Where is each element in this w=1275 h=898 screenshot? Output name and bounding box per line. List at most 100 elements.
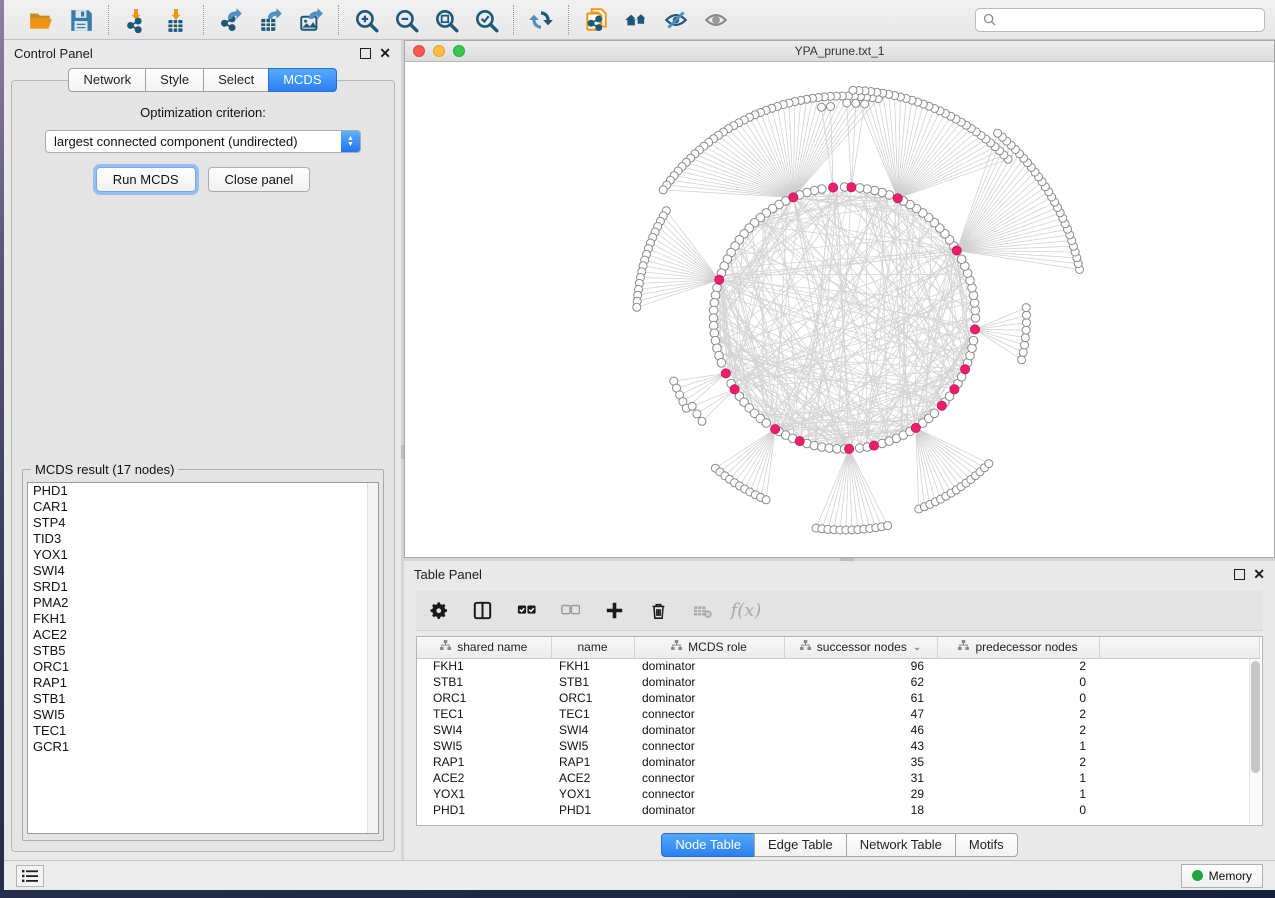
cell-successor-nodes: 61 [784, 690, 937, 706]
mcds-result-item[interactable]: ORC1 [28, 659, 378, 675]
cell-MCDS-role: dominator [634, 674, 784, 690]
export-image-icon[interactable] [294, 4, 328, 36]
task-history-button[interactable] [16, 865, 44, 887]
network-canvas[interactable] [405, 62, 1274, 557]
network-home-icon[interactable] [619, 4, 653, 36]
column-header-MCDS-role[interactable]: MCDS role [634, 637, 784, 658]
table-settings-gear-icon[interactable] [426, 599, 450, 623]
column-header-name[interactable]: name [551, 637, 634, 658]
close-window-icon[interactable] [413, 45, 425, 57]
open-icon[interactable] [24, 4, 58, 36]
refresh-layout-icon[interactable] [524, 4, 558, 36]
mcds-result-item[interactable]: PMA2 [28, 595, 378, 611]
mcds-result-item[interactable]: STB5 [28, 643, 378, 659]
create-column-icon[interactable] [602, 599, 626, 623]
tab-style[interactable]: Style [145, 68, 204, 92]
tab-network[interactable]: Network [68, 68, 146, 92]
column-header-successor-nodes[interactable]: successor nodes⌄ [784, 637, 937, 658]
memory-button[interactable]: Memory [1181, 864, 1263, 888]
select-all-rows-icon[interactable] [514, 599, 538, 623]
network-graph[interactable] [405, 62, 1274, 557]
mcds-result-item[interactable]: STP4 [28, 515, 378, 531]
import-table-icon[interactable] [159, 4, 193, 36]
run-mcds-button[interactable]: Run MCDS [96, 167, 196, 192]
show-graphics-details-icon[interactable] [699, 4, 733, 36]
zoom-out-icon[interactable] [389, 4, 423, 36]
tab-motifs[interactable]: Motifs [955, 833, 1018, 857]
zoom-fit-icon[interactable] [429, 4, 463, 36]
float-panel-icon[interactable] [360, 48, 371, 59]
table-row[interactable]: ORC1ORC1dominator610 [417, 690, 1259, 706]
mcds-result-item[interactable]: STB1 [28, 691, 378, 707]
mcds-result-item[interactable]: PHD1 [28, 483, 378, 499]
horizontal-splitter-handle[interactable] [840, 558, 854, 561]
export-network-icon[interactable] [214, 4, 248, 36]
mcds-result-item[interactable]: SWI4 [28, 563, 378, 579]
show-columns-icon[interactable] [470, 599, 494, 623]
table-row[interactable]: STB1STB1dominator620 [417, 674, 1259, 690]
hide-graphics-details-icon[interactable] [659, 4, 693, 36]
tab-select[interactable]: Select [203, 68, 269, 92]
memory-label: Memory [1209, 869, 1252, 883]
clone-network-icon[interactable] [579, 4, 613, 36]
search-input[interactable] [1001, 13, 1257, 27]
mcds-result-item[interactable]: TEC1 [28, 723, 378, 739]
app-window: Control Panel ✕ NetworkStyleSelectMCDS O… [4, 0, 1275, 890]
cell-name: RAP1 [551, 754, 634, 770]
mcds-result-item[interactable]: SRD1 [28, 579, 378, 595]
delete-column-icon[interactable] [646, 599, 670, 623]
column-header-shared-name[interactable]: shared name [417, 637, 551, 658]
cell-predecessor-nodes: 1 [937, 786, 1099, 802]
minimize-window-icon[interactable] [433, 45, 445, 57]
close-panel-button[interactable]: Close panel [208, 167, 311, 192]
cell-predecessor-nodes: 0 [937, 802, 1099, 818]
mcds-result-item[interactable]: TID3 [28, 531, 378, 547]
mcds-result-item[interactable]: ACE2 [28, 627, 378, 643]
table-scrollbar[interactable] [1249, 659, 1261, 824]
cell-shared-name: ORC1 [417, 690, 551, 706]
mcds-result-item[interactable]: CAR1 [28, 499, 378, 515]
mcds-result-item[interactable]: GCR1 [28, 739, 378, 755]
export-table-icon[interactable] [254, 4, 288, 36]
table-row[interactable]: SWI5SWI5connector431 [417, 738, 1259, 754]
import-network-icon[interactable] [119, 4, 153, 36]
mcds-tab-content: Optimization criterion: largest connecte… [11, 80, 395, 852]
mcds-result-item[interactable]: YOX1 [28, 547, 378, 563]
tab-network-table[interactable]: Network Table [846, 833, 956, 857]
cell-predecessor-nodes: 2 [937, 706, 1099, 722]
deselect-all-rows-icon[interactable] [558, 599, 582, 623]
tab-mcds[interactable]: MCDS [268, 68, 336, 92]
float-table-panel-icon[interactable] [1234, 569, 1245, 580]
close-panel-icon[interactable]: ✕ [379, 48, 391, 59]
task-list-icon [22, 870, 38, 882]
network-view-titlebar[interactable]: YPA_prune.txt_1 [405, 41, 1274, 62]
node-table[interactable]: shared namenameMCDS rolesuccessor nodes⌄… [416, 636, 1263, 826]
column-header-predecessor-nodes[interactable]: predecessor nodes [937, 637, 1099, 658]
table-scrollbar-thumb[interactable] [1251, 661, 1260, 773]
mcds-result-item[interactable]: SWI5 [28, 707, 378, 723]
zoom-selected-icon[interactable] [469, 4, 503, 36]
mcds-result-item[interactable]: RAP1 [28, 675, 378, 691]
mcds-list-scrollbar[interactable] [367, 483, 378, 833]
mcds-result-list[interactable]: PHD1CAR1STP4TID3YOX1SWI4SRD1PMA2FKH1ACE2… [27, 482, 379, 834]
mcds-result-item[interactable]: FKH1 [28, 611, 378, 627]
zoom-window-icon[interactable] [453, 45, 465, 57]
table-row[interactable]: YOX1YOX1connector291 [417, 786, 1259, 802]
network-view-frame: YPA_prune.txt_1 [404, 40, 1275, 558]
table-row[interactable]: SWI4SWI4dominator462 [417, 722, 1259, 738]
table-row[interactable]: FKH1FKH1dominator962 [417, 658, 1259, 674]
close-table-panel-icon[interactable]: ✕ [1253, 569, 1265, 580]
save-icon[interactable] [64, 4, 98, 36]
network-column-icon [440, 640, 451, 654]
zoom-in-icon[interactable] [349, 4, 383, 36]
tab-edge-table[interactable]: Edge Table [754, 833, 847, 857]
table-row[interactable]: RAP1RAP1dominator352 [417, 754, 1259, 770]
table-row[interactable]: ACE2ACE2connector311 [417, 770, 1259, 786]
search-box[interactable] [975, 8, 1265, 32]
table-row[interactable]: TEC1TEC1connector472 [417, 706, 1259, 722]
horizontal-splitter[interactable] [404, 558, 1275, 561]
criterion-select[interactable]: largest connected component (undirected)… [45, 130, 361, 153]
table-row[interactable]: PHD1PHD1dominator180 [417, 802, 1259, 818]
tab-node-table[interactable]: Node Table [661, 833, 755, 857]
network-column-icon [671, 640, 682, 654]
